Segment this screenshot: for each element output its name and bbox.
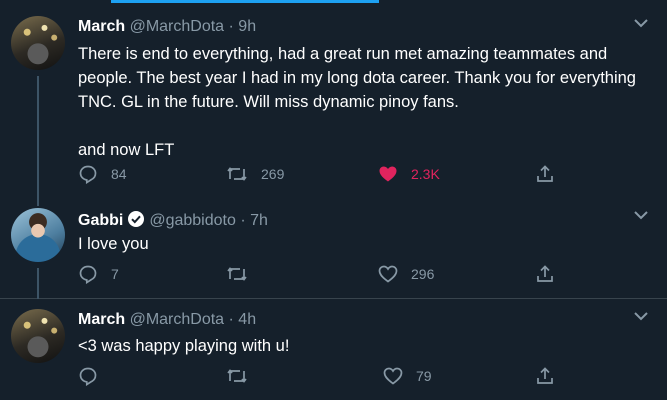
retweet-button[interactable]: 269: [226, 164, 284, 184]
tweet-actions: 7 296: [78, 264, 578, 284]
thread-line: [37, 268, 39, 299]
tweet-text-line: [78, 114, 650, 138]
tweet-header: Gabbi @gabbidoto · 7h: [78, 210, 268, 230]
timestamp[interactable]: 9h: [238, 18, 256, 35]
reply-button[interactable]: [78, 366, 98, 386]
retweet-icon: [226, 366, 248, 386]
like-button[interactable]: 296: [378, 264, 434, 284]
share-button[interactable]: [535, 264, 555, 284]
tweet-text-line: There is end to everything, had a great …: [78, 45, 608, 63]
separator: ·: [224, 18, 239, 35]
handle[interactable]: @MarchDota: [130, 311, 225, 328]
tweet-header: March @MarchDota · 4h: [78, 311, 256, 329]
tweet[interactable]: Gabbi @gabbidoto · 7h I love you 7 296: [0, 194, 667, 299]
tweet-actions: 79: [78, 366, 578, 386]
tweet[interactable]: March @MarchDota · 4h <3 was happy playi…: [0, 299, 667, 400]
tweet-text: There is end to everything, had a great …: [78, 42, 650, 162]
display-name[interactable]: March: [78, 311, 125, 328]
display-name[interactable]: March: [78, 18, 125, 35]
thread-line: [37, 76, 39, 202]
share-icon: [535, 164, 555, 184]
like-count: 296: [411, 266, 435, 282]
reply-icon: [78, 264, 98, 284]
tweet-text-line: <3 was happy playing with u!: [78, 337, 290, 355]
reply-count: 84: [111, 166, 127, 182]
reply-button[interactable]: 84: [78, 164, 127, 184]
like-count: 79: [416, 368, 432, 384]
reply-count: 7: [111, 266, 119, 282]
timestamp[interactable]: 4h: [238, 311, 256, 328]
tweet-text-line: people. The best year I had in my long d…: [78, 69, 636, 87]
retweet-icon: [226, 164, 248, 184]
tweet-text-line: and now LFT: [78, 141, 175, 159]
share-button[interactable]: [535, 366, 555, 386]
chevron-down-icon[interactable]: [634, 311, 648, 321]
tweet-text: I love you: [78, 232, 650, 256]
timestamp[interactable]: 7h: [250, 212, 268, 229]
active-tab-underline: [111, 0, 379, 3]
thread-line: [37, 194, 39, 206]
handle[interactable]: @gabbidoto: [149, 212, 236, 229]
share-icon: [535, 366, 555, 386]
tweet-header: March @MarchDota · 9h: [78, 18, 256, 36]
like-button[interactable]: 2.3K: [378, 164, 440, 184]
tweet-text: <3 was happy playing with u!: [78, 334, 650, 358]
retweet-button[interactable]: [226, 264, 248, 284]
verified-badge-icon: [127, 210, 145, 228]
display-name[interactable]: Gabbi: [78, 212, 123, 229]
share-button[interactable]: [535, 164, 555, 184]
avatar[interactable]: [11, 309, 65, 363]
avatar[interactable]: [11, 208, 65, 262]
retweet-count: 269: [261, 166, 285, 182]
tweet-text-line: I love you: [78, 235, 149, 253]
heart-icon: [378, 264, 398, 284]
chevron-down-icon[interactable]: [634, 18, 648, 28]
reply-icon: [78, 366, 98, 386]
separator: ·: [224, 311, 239, 328]
like-button[interactable]: 79: [383, 366, 432, 386]
reply-icon: [78, 164, 98, 184]
separator: ·: [235, 212, 251, 229]
tweet-text-line: TNC. GL in the future. Will miss dynamic…: [78, 93, 459, 111]
retweet-icon: [226, 264, 248, 284]
handle[interactable]: @MarchDota: [130, 18, 225, 35]
share-icon: [535, 264, 555, 284]
reply-button[interactable]: 7: [78, 264, 119, 284]
retweet-button[interactable]: [226, 366, 248, 386]
avatar[interactable]: [11, 16, 65, 70]
like-count: 2.3K: [411, 166, 440, 182]
chevron-down-icon[interactable]: [634, 210, 648, 220]
tweet[interactable]: March @MarchDota · 9h There is end to ev…: [0, 4, 667, 202]
heart-icon: [383, 366, 403, 386]
tweet-actions: 84 269 2.3K: [78, 164, 578, 184]
heart-icon: [378, 164, 398, 184]
